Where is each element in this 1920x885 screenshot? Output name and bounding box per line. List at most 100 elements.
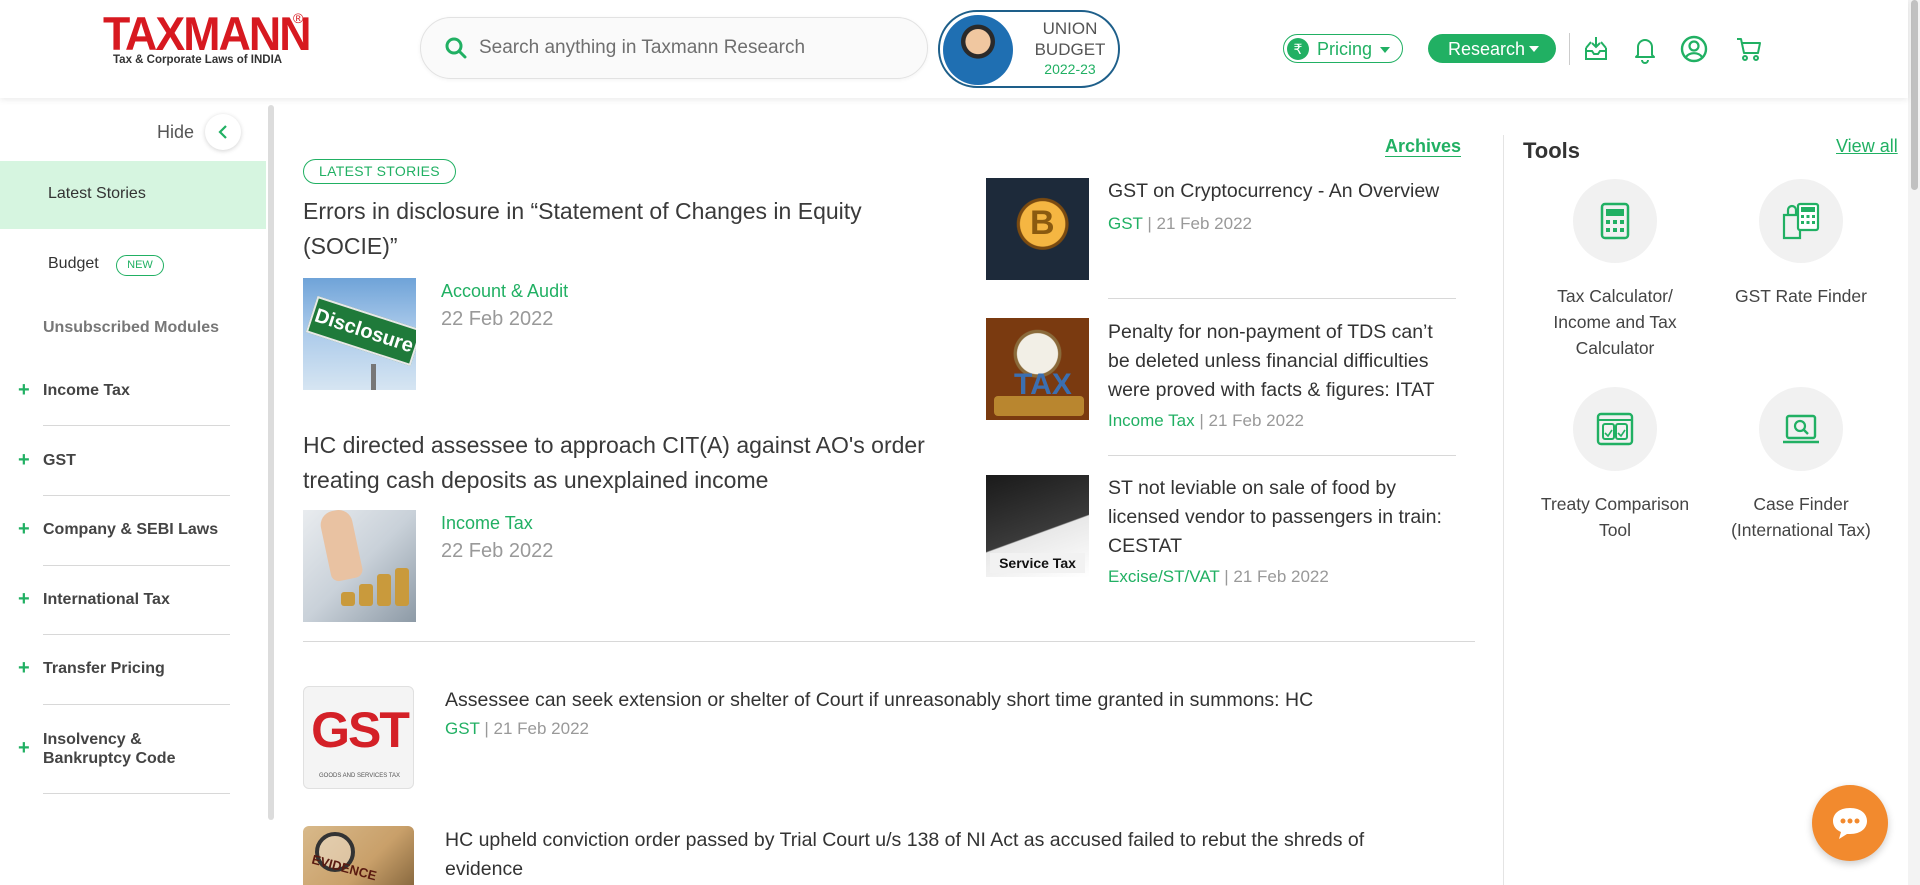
inbox-download-icon[interactable]: [1581, 34, 1611, 64]
gst-logo-subtext: GOODS AND SERVICES TAX: [318, 773, 401, 779]
story-date: 21 Feb 2022: [1233, 567, 1329, 586]
sidebar-item-budget[interactable]: Budget: [48, 255, 99, 273]
budget-year: 2022-23: [1044, 61, 1096, 77]
hide-label[interactable]: Hide: [157, 122, 194, 143]
latest-stories-badge: LATEST STORIES: [303, 159, 456, 184]
archives-link[interactable]: Archives: [1385, 136, 1462, 157]
story-thumbnail[interactable]: Disclosure: [303, 278, 416, 390]
story-category[interactable]: Income Tax: [1108, 411, 1195, 430]
featured-story-title[interactable]: Errors in disclosure in “Statement of Ch…: [303, 194, 943, 264]
sidebar-item-label: Latest Stories: [48, 185, 146, 202]
story-category[interactable]: GST: [445, 719, 480, 738]
divider: [1108, 455, 1456, 456]
sidebar-scrollbar[interactable]: [268, 105, 274, 820]
story-thumbnail[interactable]: GST GOODS AND SERVICES TAX: [303, 686, 414, 789]
search-input[interactable]: [479, 32, 899, 64]
story-date: 21 Feb 2022: [1156, 214, 1252, 233]
hand-shape: [318, 510, 364, 583]
sidebar-item-label: Insolvency & Bankruptcy Code: [43, 731, 176, 767]
tools-heading: Tools: [1523, 138, 1581, 163]
featured-story-title[interactable]: HC directed assessee to approach CIT(A) …: [303, 428, 963, 498]
story-category[interactable]: Income Tax: [441, 513, 533, 534]
chevron-left-icon: [218, 125, 227, 139]
tool-icon-circle: [1573, 387, 1657, 471]
chat-button[interactable]: [1812, 785, 1888, 861]
disclosure-sign: Disclosure: [305, 295, 416, 367]
coin-stack: [377, 574, 391, 606]
user-circle-icon[interactable]: [1679, 34, 1709, 64]
sidebar-item-label: Company & SEBI Laws: [43, 521, 219, 538]
tool-gst-rate-finder[interactable]: GST Rate Finder: [1716, 179, 1886, 309]
gst-logo-text: GST: [311, 702, 410, 758]
story-thumbnail[interactable]: Service Tax: [986, 475, 1089, 577]
tool-label: Case Finder (International Tax): [1731, 494, 1871, 540]
story-date: 22 Feb 2022: [441, 308, 554, 330]
story-thumbnail[interactable]: [303, 510, 416, 622]
story-date: 21 Feb 2022: [1208, 411, 1304, 430]
separator: |: [1147, 214, 1152, 233]
story-category[interactable]: GST: [1108, 214, 1143, 233]
sidebar-item-label: Transfer Pricing: [43, 660, 165, 677]
pricing-dropdown[interactable]: ₹ Pricing: [1283, 34, 1403, 63]
story-category[interactable]: Excise/ST/VAT: [1108, 567, 1219, 586]
story-meta: GST | 21 Feb 2022: [1108, 214, 1252, 234]
cart-icon[interactable]: [1734, 34, 1764, 64]
page-scrollbar[interactable]: [1908, 0, 1920, 885]
hide-sidebar-button[interactable]: [205, 114, 241, 150]
bitcoin-symbol: B: [1030, 204, 1055, 242]
divider: [43, 634, 230, 635]
separator: |: [1224, 567, 1229, 586]
plus-icon: +: [18, 588, 30, 610]
research-dropdown[interactable]: Research: [1428, 34, 1556, 63]
plus-icon: +: [18, 379, 30, 401]
coin-stack: [994, 396, 1084, 416]
tool-icon-circle: [1759, 387, 1843, 471]
story-thumbnail[interactable]: B: [986, 178, 1089, 280]
story-title[interactable]: GST on Cryptocurrency - An Overview: [1108, 177, 1458, 206]
story-title[interactable]: HC upheld conviction order passed by Tri…: [445, 826, 1445, 884]
top-header: TAXMANN ® Tax & Corporate Laws of INDIA …: [0, 0, 1908, 98]
tool-treaty-comparison[interactable]: Treaty Comparison Tool: [1530, 387, 1700, 543]
rupee-icon: ₹: [1287, 38, 1309, 60]
story-title[interactable]: Assessee can seek extension or shelter o…: [445, 686, 1445, 715]
calculator-icon: [1600, 202, 1630, 240]
pricing-label: Pricing: [1317, 39, 1373, 59]
tool-icon-circle: [1759, 179, 1843, 263]
story-thumbnail[interactable]: EVIDENCE: [303, 826, 414, 885]
search-box[interactable]: [420, 17, 928, 79]
tool-tax-calculator[interactable]: Tax Calculator/ Income and Tax Calculato…: [1530, 179, 1700, 361]
shopping-bag-calculator-icon: [1782, 202, 1820, 240]
tool-case-finder[interactable]: Case Finder (International Tax): [1716, 387, 1886, 543]
story-meta: GST | 21 Feb 2022: [445, 719, 589, 739]
story-thumbnail[interactable]: TAX: [986, 318, 1089, 420]
scrollbar-thumb[interactable]: [1911, 0, 1918, 190]
service-tax-label: Service Tax: [990, 553, 1085, 573]
sidebar-item-label: Income Tax: [43, 382, 130, 399]
tool-icon-circle: [1573, 179, 1657, 263]
chevron-down-icon: [1380, 47, 1390, 53]
bell-icon[interactable]: [1630, 34, 1660, 64]
union-budget-button[interactable]: UNION BUDGET 2022-23: [938, 10, 1120, 88]
coin-stack: [359, 584, 373, 606]
section-divider: [303, 641, 1475, 642]
coin-stack: [395, 568, 409, 606]
story-title[interactable]: Penalty for non-payment of TDS can’t be …: [1108, 318, 1458, 405]
unsubscribed-modules-heading: Unsubscribed Modules: [43, 319, 220, 336]
budget-avatar: [943, 15, 1013, 85]
taxmann-logo[interactable]: TAXMANN ® Tax & Corporate Laws of INDIA: [103, 10, 313, 72]
sign-pole: [371, 364, 376, 390]
left-sidebar: Hide Latest Stories Budget NEW Unsubscri…: [0, 98, 268, 820]
view-all-link[interactable]: View all: [1836, 136, 1898, 157]
budget-label: UNION BUDGET: [1034, 19, 1106, 59]
story-category[interactable]: Account & Audit: [441, 281, 568, 302]
story-meta: Income Tax | 21 Feb 2022: [1108, 411, 1304, 431]
logo-registered-mark: ®: [293, 10, 304, 26]
sidebar-item-latest-stories[interactable]: Latest Stories: [0, 161, 266, 229]
separator: |: [1199, 411, 1204, 430]
plus-icon: +: [18, 737, 30, 759]
divider: [43, 565, 230, 566]
story-title[interactable]: ST not leviable on sale of food by licen…: [1108, 474, 1458, 561]
tool-label: GST Rate Finder: [1735, 286, 1867, 306]
divider: [43, 793, 230, 794]
story-date: 22 Feb 2022: [441, 540, 554, 562]
